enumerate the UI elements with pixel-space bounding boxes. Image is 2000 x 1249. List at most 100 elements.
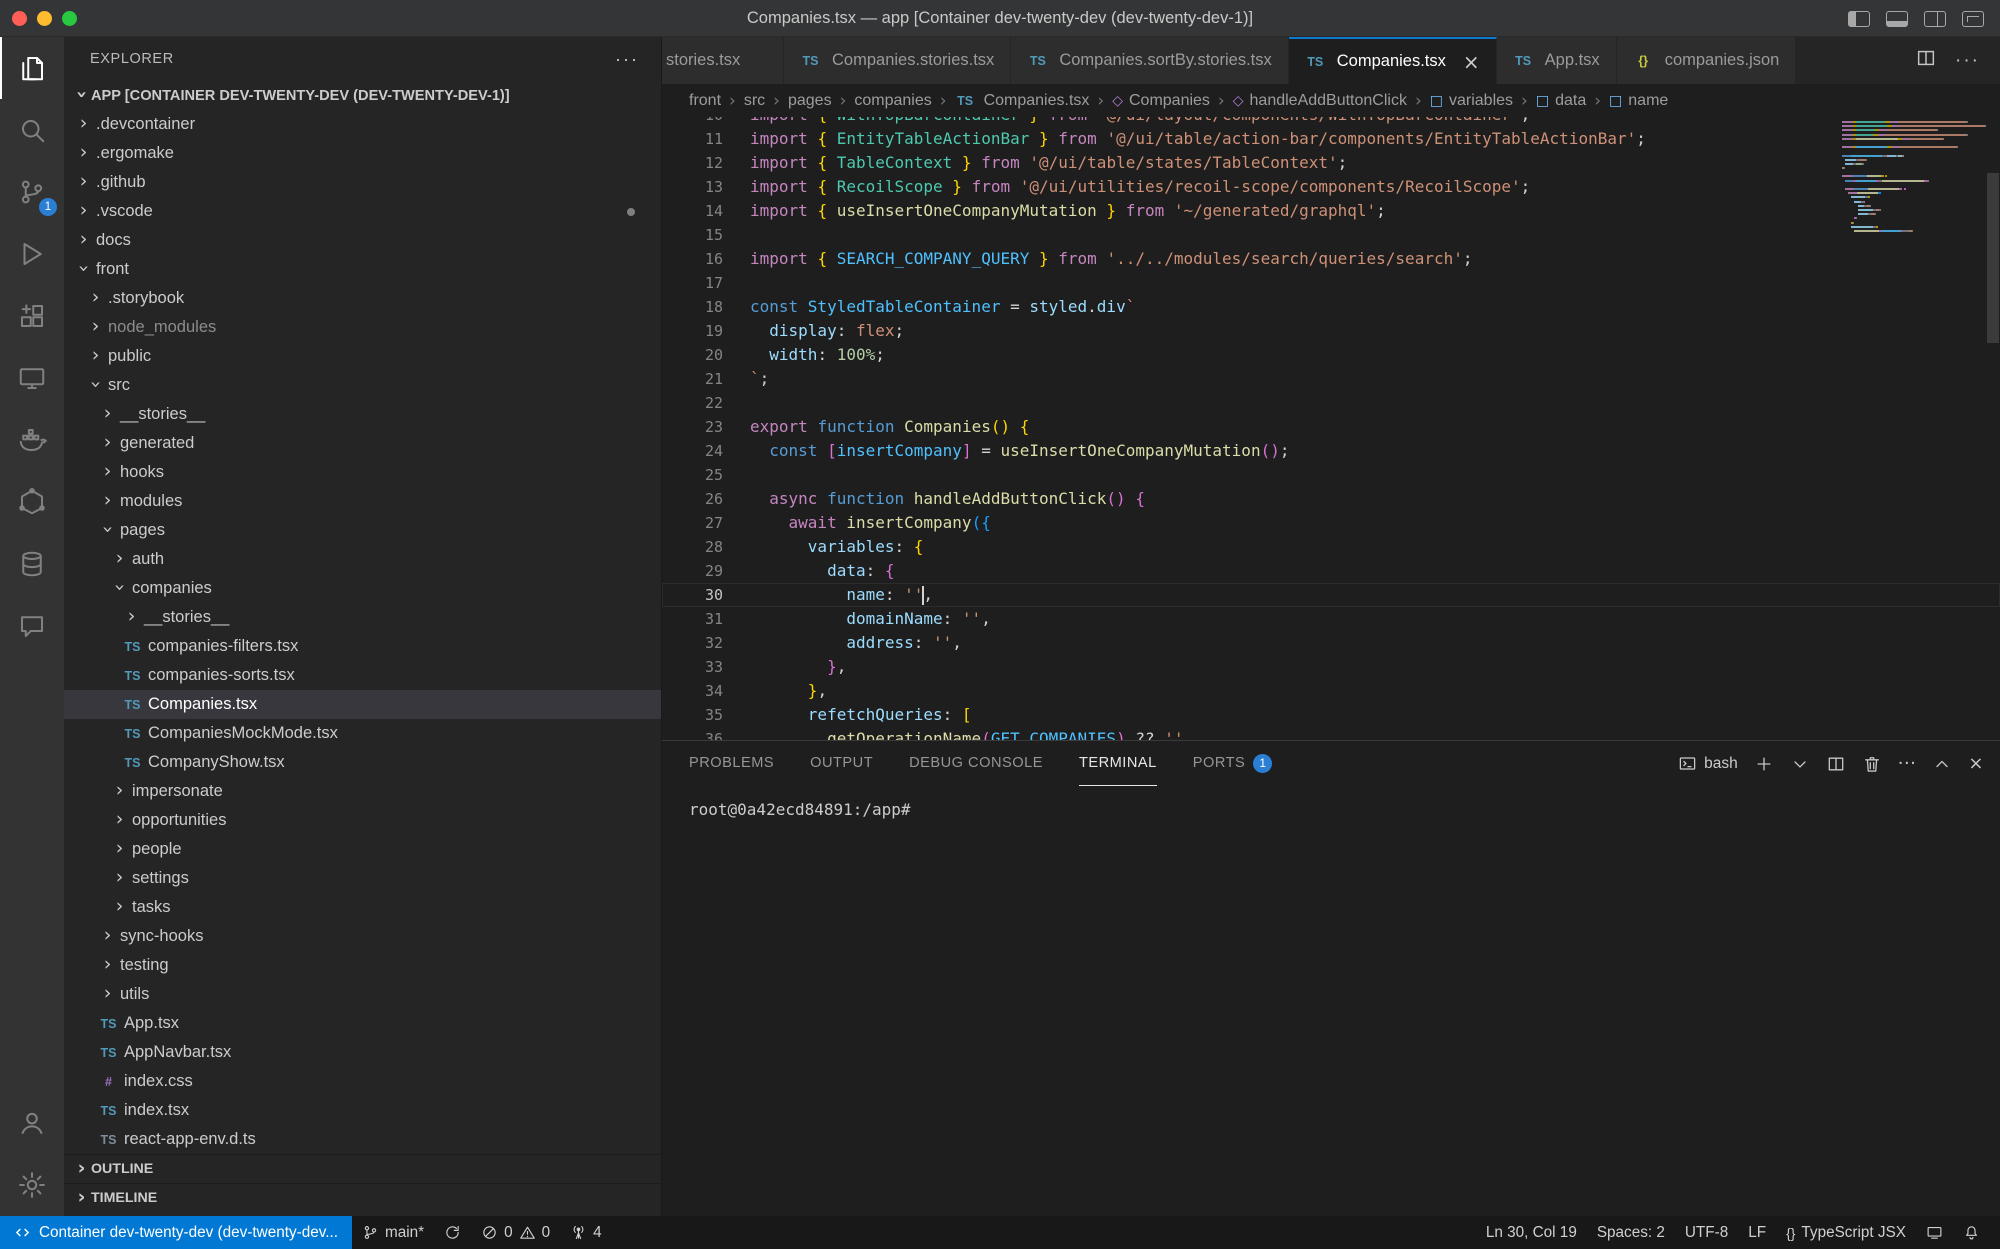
code-line[interactable]: 31 domainName: '',	[662, 607, 2000, 631]
toggle-panel-icon[interactable]	[1886, 11, 1908, 27]
terminal-output[interactable]: root@0a42ecd84891:/app#	[662, 786, 2000, 822]
customize-layout-icon[interactable]	[1962, 11, 1984, 27]
close-icon[interactable]: ×	[1968, 753, 1984, 774]
tree-item[interactable]: ›generated	[64, 429, 661, 458]
activity-item-accounts[interactable]	[0, 1092, 64, 1154]
code-line[interactable]: 28 variables: {	[662, 535, 2000, 559]
panel-tab-debug-console[interactable]: DEBUG CONSOLE	[909, 741, 1043, 786]
activity-item-settings[interactable]	[0, 1154, 64, 1216]
status-git-branch[interactable]: main*	[352, 1216, 434, 1249]
code-line[interactable]: 30 name: '',	[662, 583, 2000, 607]
code-line[interactable]: 15	[662, 223, 2000, 247]
tree-item[interactable]: ›utils	[64, 980, 661, 1009]
status-problems[interactable]: 00	[471, 1216, 560, 1249]
tree-item[interactable]: TScompanies-filters.tsx	[64, 632, 661, 661]
code-line[interactable]: 33 },	[662, 655, 2000, 679]
remote-indicator[interactable]: Container dev-twenty-dev (dev-twenty-dev…	[0, 1216, 352, 1249]
tree-item[interactable]: TSreact-app-env.d.ts	[64, 1125, 661, 1154]
code-line[interactable]: 21`;	[662, 367, 2000, 391]
tree-item[interactable]: TSAppNavbar.tsx	[64, 1038, 661, 1067]
tree-item[interactable]: ›docs	[64, 226, 661, 255]
code-line[interactable]: 36 getOperationName(GET_COMPANIES) ?? ''…	[662, 727, 2000, 740]
sidebar-section-timeline[interactable]: ›TIMELINE	[64, 1183, 661, 1212]
tree-item[interactable]: TScompanies-sorts.tsx	[64, 661, 661, 690]
code-line[interactable]: 34 },	[662, 679, 2000, 703]
tree-item[interactable]: #index.css	[64, 1067, 661, 1096]
tree-item[interactable]: ›hooks	[64, 458, 661, 487]
status-eol[interactable]: LF	[1738, 1216, 1776, 1249]
activity-item-remote-explorer[interactable]	[0, 347, 64, 409]
status-cursor-position[interactable]: Ln 30, Col 19	[1476, 1216, 1587, 1249]
activity-item-docker[interactable]	[0, 409, 64, 471]
toggle-sidebar-icon[interactable]	[1848, 11, 1870, 27]
code-line[interactable]: 19 display: flex;	[662, 319, 2000, 343]
code-line[interactable]: 26 async function handleAddButtonClick()…	[662, 487, 2000, 511]
tree-item[interactable]: ›opportunities	[64, 806, 661, 835]
terminal-shell-select[interactable]: bash	[1678, 754, 1738, 773]
tree-item[interactable]: ›node_modules	[64, 313, 661, 342]
status-language-mode[interactable]: {}TypeScript JSX	[1776, 1216, 1916, 1249]
status-forwarded-ports[interactable]: 4	[560, 1216, 612, 1249]
tree-item[interactable]: ›settings	[64, 864, 661, 893]
status-encoding[interactable]: UTF-8	[1675, 1216, 1738, 1249]
panel-tab-terminal[interactable]: TERMINAL	[1079, 741, 1157, 786]
code-line[interactable]: 24 const [insertCompany] = useInsertOneC…	[662, 439, 2000, 463]
code-line[interactable]: 14import { useInsertOneCompanyMutation }…	[662, 199, 2000, 223]
tree-item[interactable]: ›public	[64, 342, 661, 371]
breadcrumb-src[interactable]: src	[744, 92, 765, 110]
activity-item-comments[interactable]	[0, 595, 64, 657]
minimap[interactable]	[1842, 121, 1982, 234]
code-line[interactable]: 22	[662, 391, 2000, 415]
breadcrumb-front[interactable]: front	[689, 92, 721, 110]
tree-item[interactable]: ›.github	[64, 168, 661, 197]
tree-item[interactable]: ›impersonate	[64, 777, 661, 806]
tab-App.tsx[interactable]: TSApp.tsx	[1497, 37, 1617, 84]
tree-item[interactable]: ›tasks	[64, 893, 661, 922]
split-editor-icon[interactable]	[1915, 47, 1937, 74]
tab-Companies.tsx[interactable]: TSCompanies.tsx×	[1289, 37, 1497, 84]
tree-item[interactable]: ›companies	[64, 574, 661, 603]
tree-item[interactable]: TSCompaniesMockMode.tsx	[64, 719, 661, 748]
tree-item[interactable]: ›__stories__	[64, 603, 661, 632]
tree-item[interactable]: ›modules	[64, 487, 661, 516]
editor-scrollbar[interactable]	[1986, 117, 2000, 740]
code-line[interactable]: 18const StyledTableContainer = styled.di…	[662, 295, 2000, 319]
code-line[interactable]: 12import { TableContext } from '@/ui/tab…	[662, 151, 2000, 175]
activity-item-run-and-debug[interactable]	[0, 223, 64, 285]
tree-item[interactable]: ›.ergomake	[64, 139, 661, 168]
tree-item[interactable]: ›people	[64, 835, 661, 864]
activity-item-search[interactable]	[0, 99, 64, 161]
code-line[interactable]: 32 address: '',	[662, 631, 2000, 655]
code-line[interactable]: 20 width: 100%;	[662, 343, 2000, 367]
tree-item[interactable]: ›.vscode	[64, 197, 661, 226]
close-tab-icon[interactable]: ×	[1463, 50, 1480, 74]
code-line[interactable]: 17	[662, 271, 2000, 295]
tree-item[interactable]: ›testing	[64, 951, 661, 980]
breadcrumb-companies[interactable]: companies	[854, 92, 931, 110]
activity-item-graphql[interactable]	[0, 471, 64, 533]
tree-item[interactable]: TSindex.tsx	[64, 1096, 661, 1125]
panel-tab-ports[interactable]: PORTS1	[1193, 741, 1273, 786]
ellipsis-icon[interactable]: ···	[1898, 753, 1917, 774]
code-line[interactable]: 29 data: {	[662, 559, 2000, 583]
code-line[interactable]: 23export function Companies() {	[662, 415, 2000, 439]
breadcrumb-data[interactable]: □data	[1536, 92, 1586, 110]
trash-icon[interactable]	[1862, 754, 1882, 774]
activity-item-explorer[interactable]	[0, 37, 64, 99]
split-icon[interactable]	[1826, 754, 1846, 774]
code-line[interactable]: 13import { RecoilScope } from '@/ui/util…	[662, 175, 2000, 199]
status-indentation[interactable]: Spaces: 2	[1587, 1216, 1675, 1249]
status-screencast[interactable]	[1916, 1216, 1953, 1249]
tree-item[interactable]: ›.storybook	[64, 284, 661, 313]
tree-item[interactable]: ›sync-hooks	[64, 922, 661, 951]
code-line[interactable]: 16import { SEARCH_COMPANY_QUERY } from '…	[662, 247, 2000, 271]
plus-icon[interactable]	[1754, 754, 1774, 774]
code-line[interactable]: 25	[662, 463, 2000, 487]
tree-item[interactable]: ›src	[64, 371, 661, 400]
toggle-secondary-sidebar-icon[interactable]	[1924, 11, 1946, 27]
editor-more-actions-icon[interactable]: ···	[1955, 50, 1980, 72]
breadcrumb-pages[interactable]: pages	[788, 92, 832, 110]
code-editor[interactable]: 10import { WithTopBarContainer } from '@…	[662, 117, 2000, 740]
panel-tab-output[interactable]: OUTPUT	[810, 741, 873, 786]
tab-Companies.stories.tsx[interactable]: TSCompanies.stories.tsx	[784, 37, 1011, 84]
